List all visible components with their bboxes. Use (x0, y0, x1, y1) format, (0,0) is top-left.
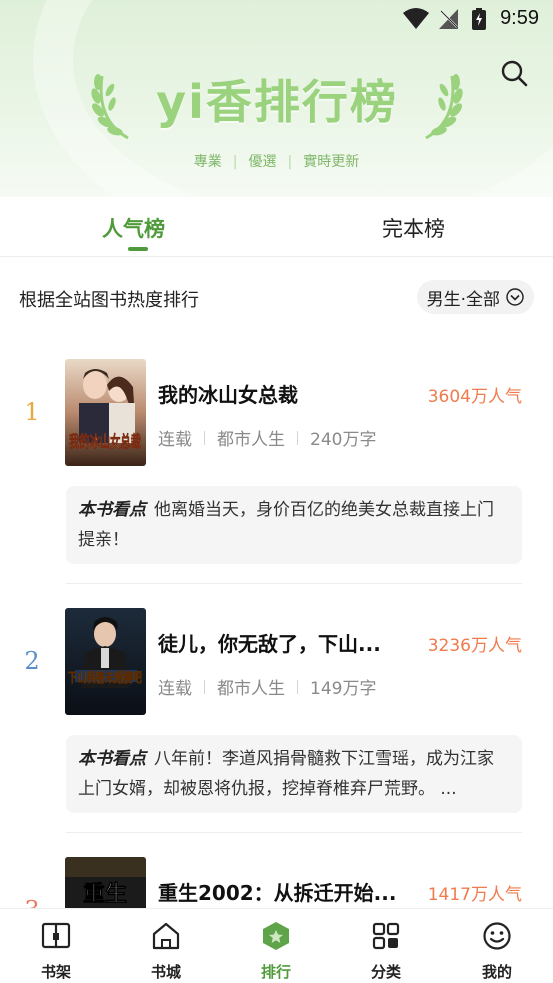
laurel-left-icon (91, 74, 129, 140)
status-bar: 9:59 (0, 0, 553, 38)
grid-icon (372, 922, 400, 950)
meta-divider (297, 430, 298, 445)
nav-label: 排行 (260, 963, 291, 981)
nav-bookstore[interactable]: 书城 (111, 909, 221, 983)
rank-number: 3 (22, 896, 42, 908)
brand-banner: yi香排行榜 (0, 62, 553, 142)
ranking-description: 根据全站图书热度排行 (19, 290, 199, 311)
rank-number: 2 (24, 647, 40, 675)
highlight-label: 本书看点 (78, 500, 146, 520)
book-list-item[interactable]: 3 重生 重生2002：从拆迁开始... 1417万人气 (0, 836, 553, 908)
gender-filter-button[interactable]: 男生·全部 (416, 280, 534, 314)
battery-charging-icon (472, 8, 486, 30)
book-list-item[interactable]: 2 下山祸害未婚妻吧 徒儿，你无敌了，下山... 3236万人气 连载 都市人生… (0, 587, 553, 837)
meta-divider (297, 679, 298, 694)
book-popularity: 3236万人气 (427, 636, 522, 656)
book-cover: 我的冰山女总裁 (65, 359, 146, 466)
ranking-tabs: 人气榜 完本榜 (0, 197, 553, 257)
book-highlight: 本书看点 八年前！李道风捐骨髓救下江雪瑶，成为江家上门女婿，却被恩将仇报，挖掉脊椎… (66, 735, 522, 813)
book-popularity: 3604万人气 (427, 387, 522, 407)
book-title: 我的冰山女总裁 (158, 383, 298, 407)
bottom-navigation: 书架 书城 排行 分类 我的 (0, 908, 553, 983)
brand-title: yi香排行榜 (156, 75, 398, 129)
rank-number: 1 (24, 398, 40, 426)
smiley-icon (483, 922, 511, 950)
tagline-separator: | (287, 154, 293, 170)
cover-title-text: 我的冰山女总裁 (69, 432, 141, 451)
book-category: 都市人生 (217, 679, 285, 699)
tagline-separator: | (232, 154, 238, 170)
book-status: 连载 (158, 430, 192, 450)
tab-popularity[interactable]: 人气榜 (102, 213, 165, 243)
filter-label: 男生·全部 (426, 289, 500, 310)
book-status: 连载 (158, 679, 192, 699)
wifi-icon (403, 8, 429, 29)
meta-divider (204, 430, 205, 445)
meta-divider (204, 679, 205, 694)
nav-ranking[interactable]: 排行 (221, 909, 331, 983)
nav-label: 书城 (150, 963, 181, 981)
tagline-item: 優選 (248, 154, 277, 170)
list-divider (66, 583, 522, 584)
store-icon (152, 922, 180, 950)
book-title: 重生2002：从拆迁开始... (158, 881, 397, 905)
book-cover: 重生 (65, 857, 146, 908)
brand-tagline: 專業 | 優選 | 實時更新 (0, 151, 553, 171)
highlight-label: 本书看点 (78, 749, 146, 769)
book-popularity: 1417万人气 (427, 885, 522, 905)
nav-label: 书架 (40, 963, 71, 981)
list-divider (66, 832, 522, 833)
nav-categories[interactable]: 分类 (331, 909, 441, 983)
no-signal-icon (439, 9, 458, 29)
nav-bookshelf[interactable]: 书架 (1, 909, 111, 983)
active-tab-indicator (128, 247, 148, 251)
book-word-count: 149万字 (310, 679, 377, 699)
nav-profile[interactable]: 我的 (442, 909, 552, 983)
laurel-right-icon (425, 74, 463, 140)
book-meta: 连载 都市人生 149万字 (158, 674, 376, 699)
book-title: 徒儿，你无敌了，下山... (158, 632, 381, 656)
book-highlight: 本书看点 他离婚当天，身价百亿的绝美女总裁直接上门提亲！ (66, 486, 522, 564)
tab-completed[interactable]: 完本榜 (382, 213, 445, 243)
book-cover: 下山祸害未婚妻吧 (65, 608, 146, 715)
status-time: 9:59 (500, 7, 539, 29)
ranking-icon (263, 922, 289, 950)
ranking-description-row: 根据全站图书热度排行 男生·全部 (0, 258, 553, 338)
cover-title-text: 重生 (83, 882, 127, 907)
book-category: 都市人生 (217, 430, 285, 450)
book-list-item[interactable]: 1 我的冰山女总裁 我的冰山女总裁 3604万人气 连载 都市人生 240万字 … (0, 338, 553, 588)
book-word-count: 240万字 (310, 430, 377, 450)
book-icon (41, 922, 71, 949)
nav-label: 我的 (481, 963, 512, 981)
book-meta: 连载 都市人生 240万字 (158, 425, 376, 450)
chevron-down-icon (506, 288, 524, 306)
tagline-item: 專業 (193, 154, 222, 170)
cover-title-text: 下山祸害未婚妻吧 (68, 670, 142, 686)
tagline-item: 實時更新 (303, 154, 360, 170)
nav-label: 分类 (370, 963, 401, 981)
